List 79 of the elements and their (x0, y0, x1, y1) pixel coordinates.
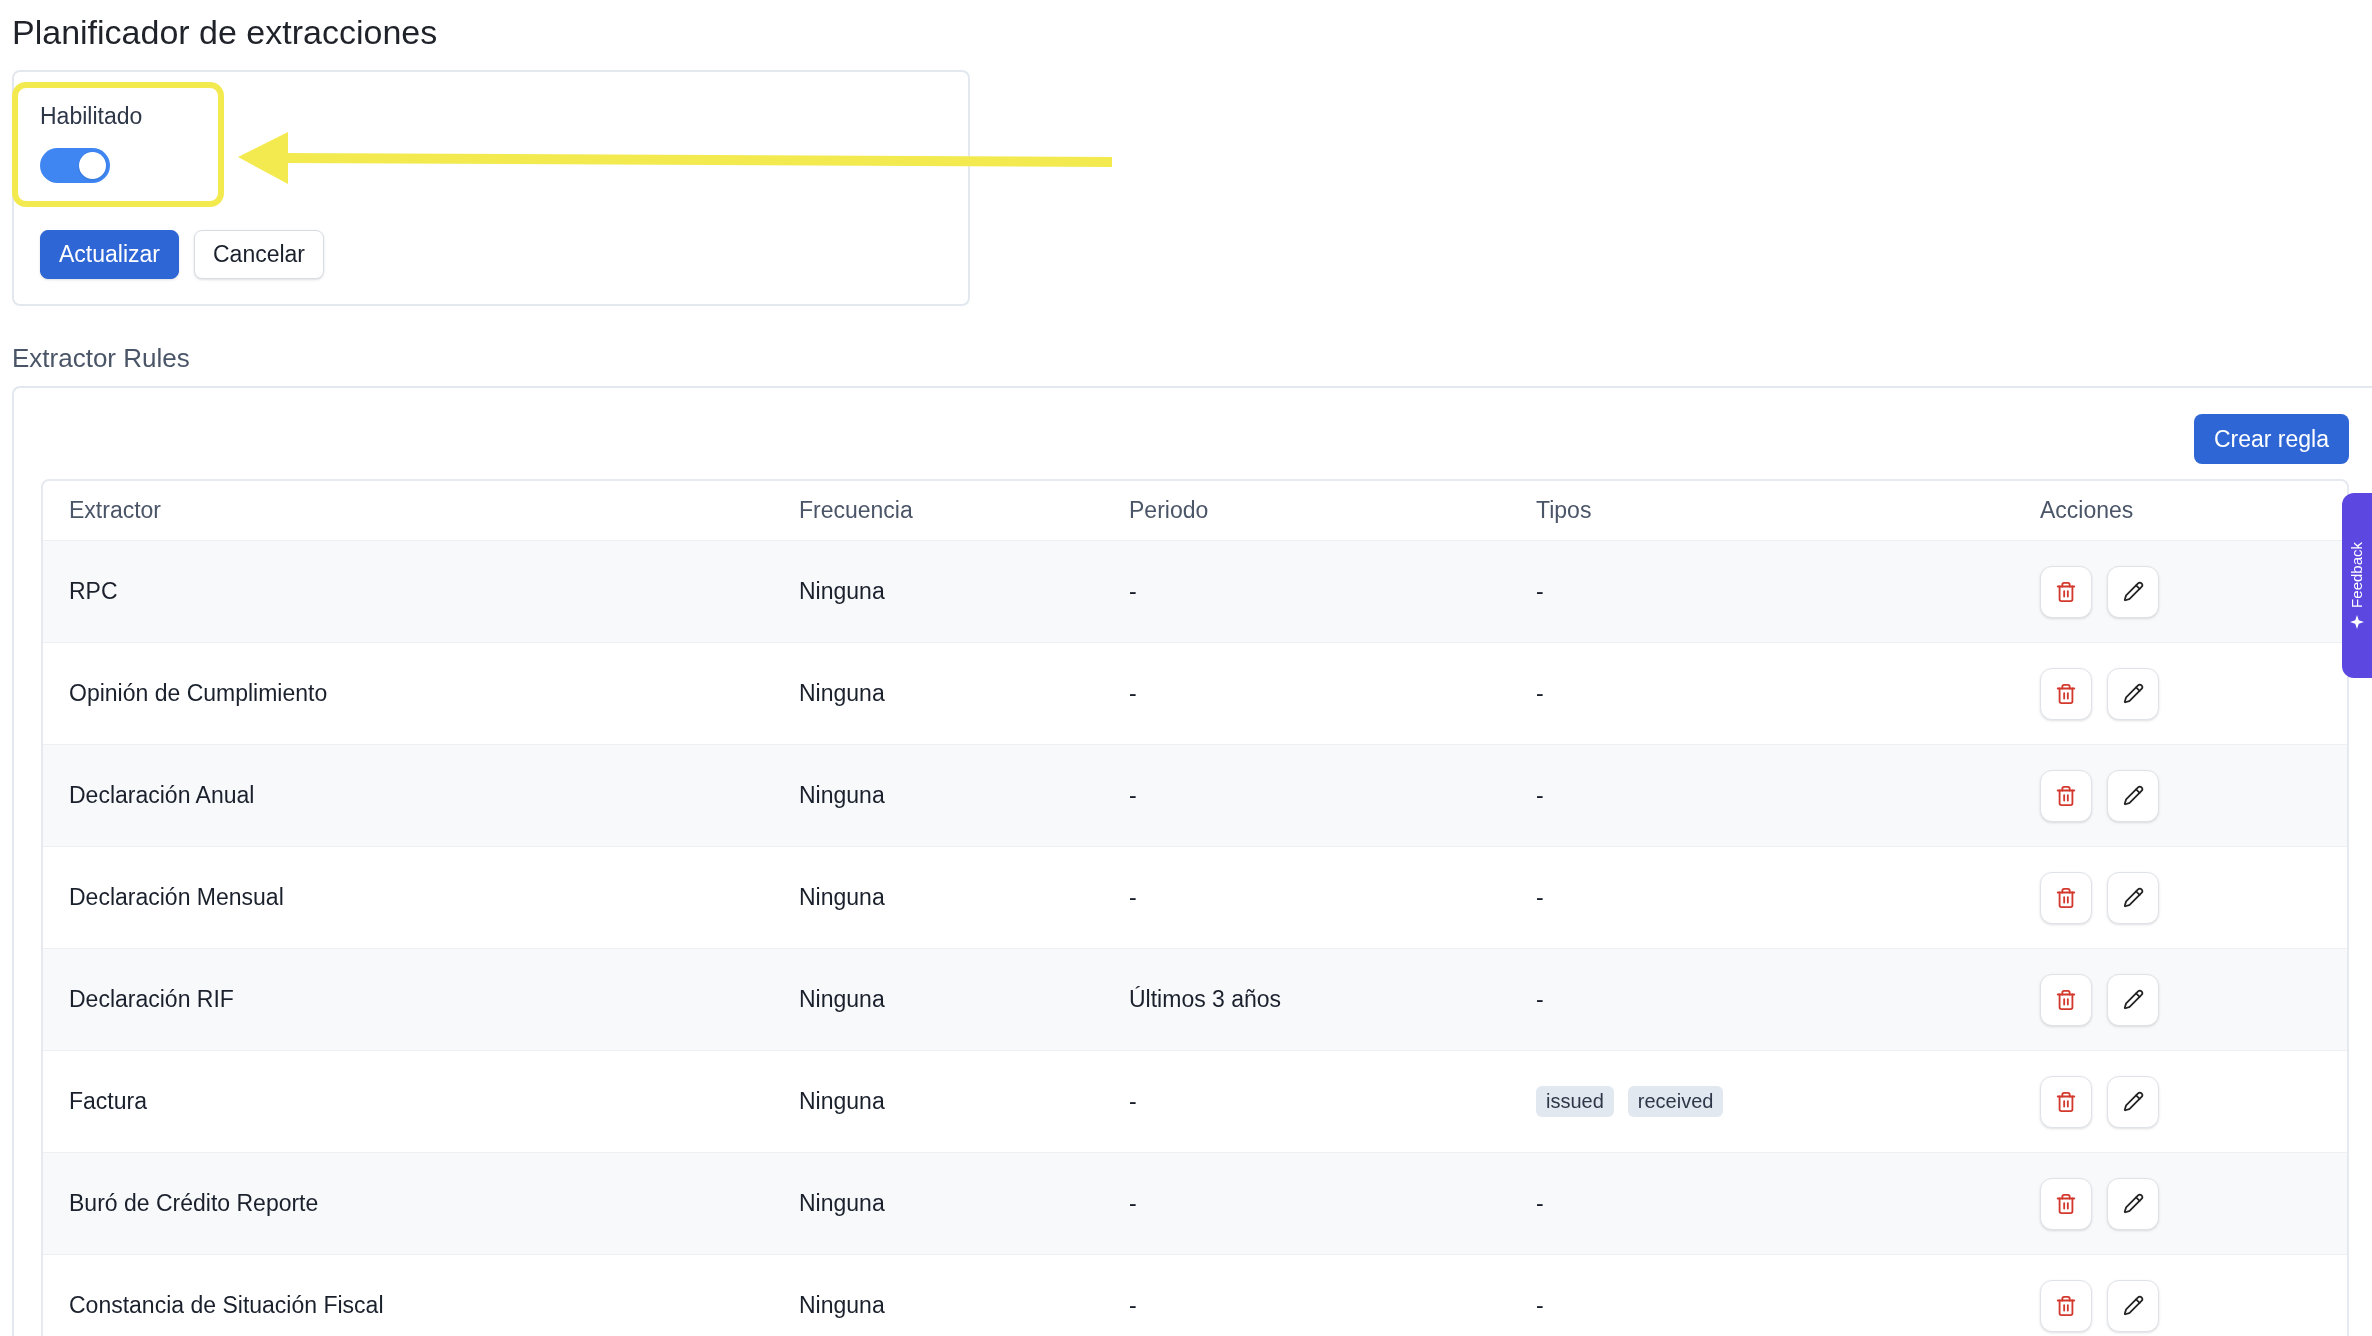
table-cell: - (1536, 1190, 1544, 1217)
delete-button[interactable] (2040, 1279, 2092, 1332)
table-cell: - (1536, 782, 1544, 809)
edit-button[interactable] (2107, 973, 2159, 1026)
create-rule-button[interactable]: Crear regla (2193, 414, 2349, 464)
table-cell: Declaración Mensual (69, 884, 284, 911)
column-header: Frecuencia (799, 497, 913, 524)
table-cell: - (1536, 680, 1544, 707)
update-button[interactable]: Actualizar (40, 230, 179, 279)
column-header: Acciones (2040, 497, 2134, 524)
delete-button[interactable] (2040, 1177, 2092, 1230)
trash-icon (2055, 988, 2077, 1011)
table-cell: Opinión de Cumplimiento (69, 680, 328, 707)
pencil-icon (2122, 785, 2144, 806)
pencil-icon (2122, 683, 2144, 704)
delete-button[interactable] (2040, 769, 2092, 822)
table-cell: Ninguna (799, 680, 885, 707)
pencil-icon (2122, 1193, 2144, 1214)
edit-button[interactable] (2107, 1075, 2159, 1128)
section-title: Extractor Rules (12, 342, 190, 374)
edit-button[interactable] (2107, 1177, 2159, 1230)
trash-icon (2055, 1090, 2077, 1113)
trash-icon (2055, 682, 2077, 705)
table-cell: Ninguna (799, 782, 885, 809)
edit-button[interactable] (2107, 565, 2159, 618)
table-cell: Ninguna (799, 884, 885, 911)
pencil-icon (2122, 1295, 2144, 1316)
trash-icon (2055, 784, 2077, 807)
delete-button[interactable] (2040, 973, 2092, 1026)
delete-button[interactable] (2040, 565, 2092, 618)
pencil-icon (2122, 887, 2144, 908)
table-cell: Ninguna (799, 1088, 885, 1115)
column-header: Periodo (1129, 497, 1209, 524)
table-cell: Factura (69, 1088, 147, 1115)
table-cell: Últimos 3 años (1129, 986, 1282, 1013)
table-cell: Buró de Crédito Reporte (69, 1190, 319, 1217)
table-cell: - (1129, 884, 1137, 911)
column-header: Extractor (69, 497, 162, 524)
delete-button[interactable] (2040, 667, 2092, 720)
trash-icon (2055, 1192, 2077, 1215)
type-tag: received (1627, 1086, 1724, 1117)
edit-button[interactable] (2107, 769, 2159, 822)
table-cell: RPC (69, 578, 118, 605)
table-cell: - (1129, 1292, 1137, 1319)
column-header: Tipos (1536, 497, 1592, 524)
table-cell: - (1536, 986, 1544, 1013)
feedback-tab[interactable]: Feedback (2342, 493, 2372, 678)
table-cell: Ninguna (799, 578, 885, 605)
table-cell: - (1129, 578, 1137, 605)
table-cell: Declaración RIF (69, 986, 234, 1013)
table-cell: - (1536, 578, 1544, 605)
sparkle-icon (2350, 615, 2364, 630)
type-tag: issued (1536, 1086, 1614, 1117)
field-label: Habilitado (40, 102, 143, 130)
delete-button[interactable] (2040, 871, 2092, 924)
cancel-button[interactable]: Cancelar (194, 230, 325, 279)
table-cell: - (1129, 680, 1137, 707)
trash-icon (2055, 886, 2077, 909)
pencil-icon (2122, 989, 2144, 1010)
trash-icon (2055, 1294, 2077, 1317)
trash-icon (2055, 580, 2077, 603)
table-cell: Declaración Anual (69, 782, 255, 809)
delete-button[interactable] (2040, 1075, 2092, 1128)
page-title: Planificador de extracciones (12, 12, 438, 52)
edit-button[interactable] (2107, 871, 2159, 924)
edit-button[interactable] (2107, 1279, 2159, 1332)
table-cell: Ninguna (799, 1190, 885, 1217)
table-cell: - (1129, 1190, 1137, 1217)
pencil-icon (2122, 1091, 2144, 1112)
pencil-icon (2122, 581, 2144, 602)
table-cell: - (1536, 1292, 1544, 1319)
table-cell: - (1536, 884, 1544, 911)
toggle-switch[interactable] (40, 148, 110, 183)
table-cell: Ninguna (799, 1292, 885, 1319)
table-cell: Constancia de Situación Fiscal (69, 1292, 384, 1319)
table-cell: - (1129, 1088, 1137, 1115)
edit-button[interactable] (2107, 667, 2159, 720)
table-cell: Ninguna (799, 986, 885, 1013)
table-cell: - (1129, 782, 1137, 809)
